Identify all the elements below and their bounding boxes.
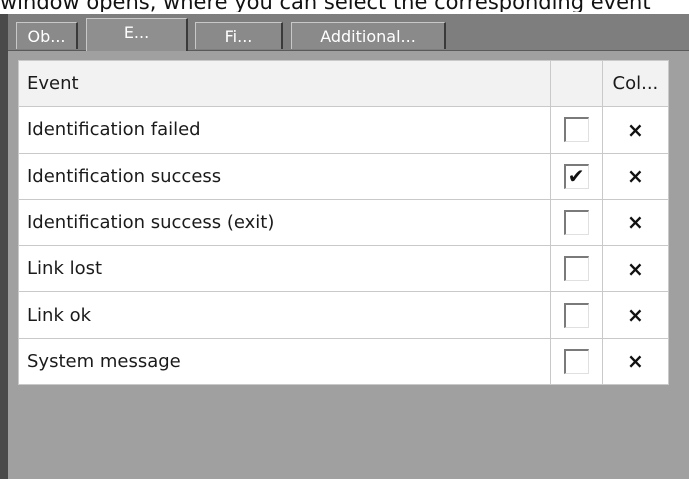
events-table: Event Col... Identification failed × Ide…: [18, 59, 670, 386]
tab-bar: Ob... E... Fi... Additional...: [8, 14, 689, 51]
close-icon[interactable]: ×: [627, 303, 644, 327]
close-icon[interactable]: ×: [627, 349, 644, 373]
close-icon[interactable]: ×: [627, 210, 644, 234]
table-row[interactable]: Identification success ✔ ×: [18, 152, 670, 200]
event-checkbox[interactable]: [563, 256, 589, 282]
checkbox-cell: [549, 106, 603, 154]
event-name: Link ok: [18, 291, 551, 339]
table-row[interactable]: Link lost ×: [18, 245, 670, 293]
remove-cell: ×: [601, 245, 670, 293]
events-dialog: Ob... E... Fi... Additional... Event Col…: [0, 14, 689, 479]
remove-cell: ×: [601, 291, 670, 339]
table-row[interactable]: Link ok ×: [18, 291, 670, 339]
event-name: Identification success: [18, 152, 551, 200]
checkbox-cell: ✔: [549, 152, 603, 200]
check-icon: ✔: [567, 163, 585, 188]
column-header-col[interactable]: Col...: [601, 59, 670, 108]
table-header-row: Event Col...: [18, 59, 670, 108]
column-header-event[interactable]: Event: [18, 59, 551, 108]
event-checkbox[interactable]: ✔: [563, 163, 589, 189]
remove-cell: ×: [601, 106, 670, 154]
event-checkbox[interactable]: [563, 117, 589, 143]
remove-cell: ×: [601, 337, 670, 386]
close-icon[interactable]: ×: [627, 257, 644, 281]
caption-text: window opens, where you can select the c…: [0, 0, 651, 12]
close-icon[interactable]: ×: [627, 164, 644, 188]
event-name: Link lost: [18, 245, 551, 293]
panel-left-edge: [0, 14, 8, 479]
table-row[interactable]: Identification success (exit) ×: [18, 198, 670, 247]
event-checkbox[interactable]: [563, 348, 589, 374]
checkbox-cell: [549, 245, 603, 293]
tab-events[interactable]: E...: [86, 18, 188, 51]
tab-objects[interactable]: Ob...: [16, 22, 78, 49]
checkbox-cell: [549, 337, 603, 386]
event-checkbox[interactable]: [563, 209, 589, 235]
event-name: Identification failed: [18, 106, 551, 154]
column-header-check[interactable]: [549, 59, 603, 108]
table-row[interactable]: Identification failed ×: [18, 106, 670, 154]
table-row[interactable]: System message ×: [18, 337, 670, 386]
checkbox-cell: [549, 198, 603, 247]
close-icon[interactable]: ×: [627, 118, 644, 142]
tab-additional[interactable]: Additional...: [291, 22, 446, 49]
event-name: Identification success (exit): [18, 198, 551, 247]
remove-cell: ×: [601, 152, 670, 200]
event-name: System message: [18, 337, 551, 386]
checkbox-cell: [549, 291, 603, 339]
tab-filters[interactable]: Fi...: [195, 22, 283, 49]
event-checkbox[interactable]: [563, 302, 589, 328]
remove-cell: ×: [601, 198, 670, 247]
